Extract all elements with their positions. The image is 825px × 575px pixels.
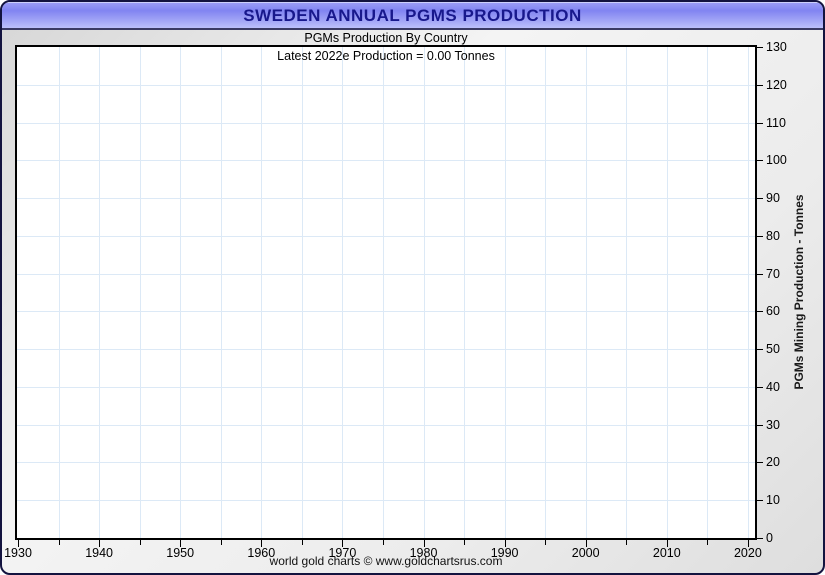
vertical-gridline-1995 <box>545 47 546 538</box>
y-tick-label-130: 130 <box>766 40 787 54</box>
y-tick-70 <box>757 274 763 275</box>
vertical-gridline-2010 <box>667 47 668 538</box>
horizontal-gridline-10 <box>17 500 755 501</box>
vertical-gridline-2015 <box>707 47 708 538</box>
vertical-gridline-1945 <box>140 47 141 538</box>
y-tick-0 <box>757 538 763 539</box>
x-tick-2005 <box>626 540 627 545</box>
chart-window: SWEDEN ANNUAL PGMS PRODUCTION PGMs Produ… <box>0 0 825 575</box>
vertical-gridline-1985 <box>464 47 465 538</box>
x-tick-1975 <box>383 540 384 545</box>
horizontal-gridline-60 <box>17 311 755 312</box>
vertical-gridline-1965 <box>302 47 303 538</box>
horizontal-gridline-100 <box>17 160 755 161</box>
horizontal-gridline-50 <box>17 349 755 350</box>
plot-area: Latest 2022e Production = 0.00 Tonnes <box>15 45 757 540</box>
x-tick-1935 <box>59 540 60 545</box>
y-tick-label-0: 0 <box>766 531 773 545</box>
latest-production-annotation: Latest 2022e Production = 0.00 Tonnes <box>17 49 755 63</box>
vertical-gridline-1970 <box>342 47 343 538</box>
vertical-gridline-1950 <box>180 47 181 538</box>
horizontal-gridline-80 <box>17 236 755 237</box>
y-tick-10 <box>757 500 763 501</box>
vertical-gridline-1975 <box>383 47 384 538</box>
vertical-gridline-1935 <box>59 47 60 538</box>
y-tick-20 <box>757 462 763 463</box>
y-tick-label-110: 110 <box>766 116 786 130</box>
y-axis-title: PGMs Mining Production - Tonnes <box>792 194 806 389</box>
y-tick-label-60: 60 <box>766 304 780 318</box>
horizontal-gridline-70 <box>17 274 755 275</box>
x-tick-1945 <box>140 540 141 545</box>
horizontal-gridline-40 <box>17 387 755 388</box>
chart-title-bar: SWEDEN ANNUAL PGMS PRODUCTION <box>2 2 823 30</box>
y-tick-50 <box>757 349 763 350</box>
x-tick-2015 <box>707 540 708 545</box>
y-tick-40 <box>757 387 763 388</box>
vertical-gridline-1955 <box>221 47 222 538</box>
vertical-gridline-2020 <box>748 47 749 538</box>
horizontal-gridline-110 <box>17 123 755 124</box>
vertical-gridline-2000 <box>586 47 587 538</box>
y-tick-130 <box>757 47 763 48</box>
footer-credit: world gold charts © www.goldchartsrus.co… <box>15 554 757 568</box>
y-tick-60 <box>757 311 763 312</box>
y-tick-110 <box>757 123 763 124</box>
x-tick-1995 <box>545 540 546 545</box>
y-tick-label-90: 90 <box>766 191 780 205</box>
vertical-gridline-1990 <box>505 47 506 538</box>
y-tick-120 <box>757 85 763 86</box>
vertical-gridline-1960 <box>261 47 262 538</box>
vertical-gridline-1980 <box>424 47 425 538</box>
y-tick-80 <box>757 236 763 237</box>
y-tick-90 <box>757 198 763 199</box>
y-tick-label-100: 100 <box>766 153 787 167</box>
x-tick-1955 <box>221 540 222 545</box>
horizontal-gridline-30 <box>17 425 755 426</box>
y-tick-label-70: 70 <box>766 267 780 281</box>
y-tick-label-40: 40 <box>766 380 780 394</box>
y-tick-100 <box>757 160 763 161</box>
horizontal-gridline-120 <box>17 85 755 86</box>
vertical-gridline-1940 <box>99 47 100 538</box>
y-tick-label-10: 10 <box>766 493 780 507</box>
x-tick-1985 <box>464 540 465 545</box>
vertical-gridline-2005 <box>626 47 627 538</box>
horizontal-gridline-90 <box>17 198 755 199</box>
y-tick-30 <box>757 425 763 426</box>
y-tick-label-30: 30 <box>766 418 780 432</box>
chart-title: SWEDEN ANNUAL PGMS PRODUCTION <box>243 6 581 26</box>
horizontal-gridline-20 <box>17 462 755 463</box>
y-tick-label-80: 80 <box>766 229 780 243</box>
x-tick-1965 <box>302 540 303 545</box>
y-tick-label-50: 50 <box>766 342 780 356</box>
chart-subtitle: PGMs Production By Country <box>15 31 757 45</box>
y-tick-label-20: 20 <box>766 455 780 469</box>
y-tick-label-120: 120 <box>766 78 787 92</box>
